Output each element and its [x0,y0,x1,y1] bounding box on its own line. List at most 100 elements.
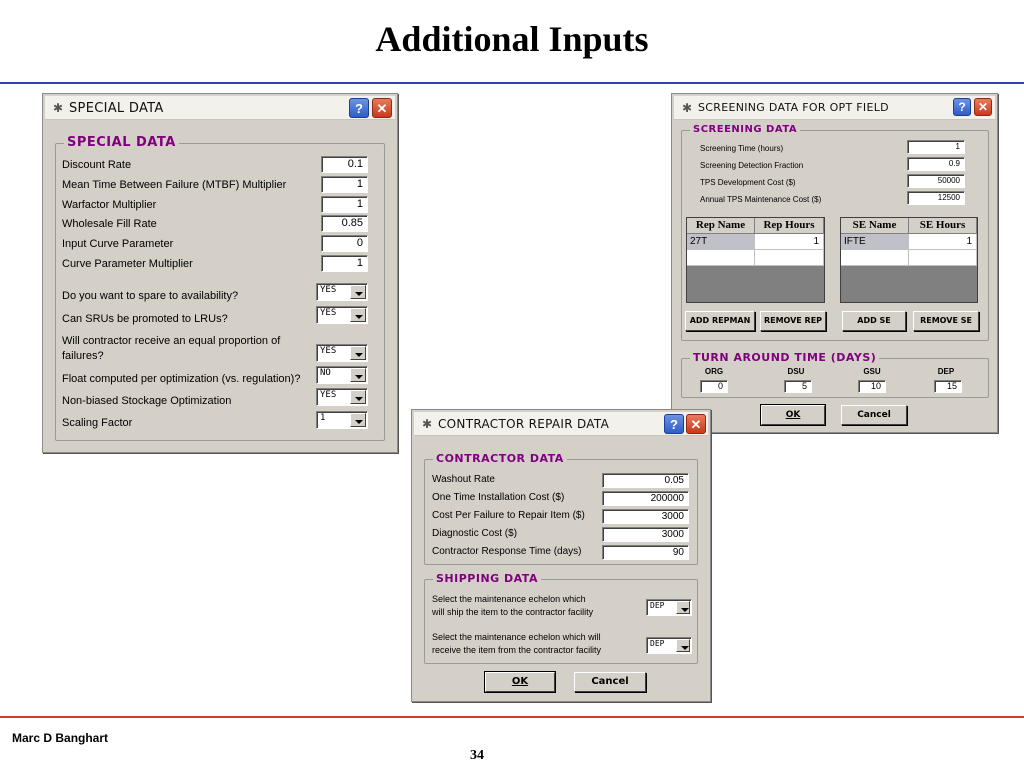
dep-input[interactable]: 15 [934,380,962,393]
mtbf-multiplier-label: Mean Time Between Failure (MTBF) Multipl… [62,179,287,191]
tps-maintenance-cost-input[interactable]: 12500 [907,191,965,205]
remove-rep-button[interactable]: REMOVE REP [760,311,826,331]
diagnostic-cost-label: Diagnostic Cost ($) [432,528,518,539]
installation-cost-input[interactable]: 200000 [602,491,689,506]
se-hours-header[interactable]: SE Hours [909,218,977,234]
select-value: NO [320,368,331,378]
contractor-repair-dialog: ✱ CONTRACTOR REPAIR DATA ? ✕ CONTRACTOR … [411,409,711,702]
ok-button[interactable]: OK [760,404,826,426]
scaling-factor-label: Scaling Factor [62,417,133,429]
screening-titlebar[interactable]: ✱ SCREENING DATA FOR OPT FIELD ? ✕ [674,96,995,120]
chevron-down-icon[interactable] [676,601,690,614]
rep-name-header[interactable]: Rep Name [687,218,755,234]
screening-time-input[interactable]: 1 [907,140,965,154]
special-data-titlebar[interactable]: ✱ SPECIAL DATA ? ✕ [45,96,395,120]
scaling-factor-select[interactable]: 1 [316,411,368,429]
org-input[interactable]: 0 [700,380,728,393]
table-row-empty[interactable] [755,250,824,266]
contractor-titlebar[interactable]: ✱ CONTRACTOR REPAIR DATA ? ✕ [414,412,708,436]
ship-to-select[interactable]: DEP [646,599,692,616]
detection-fraction-label: Screening Detection Fraction [700,161,804,170]
rep-table[interactable]: Rep Name Rep Hours 27T 1 [686,217,825,303]
cancel-button[interactable]: Cancel [841,405,907,425]
equal-proportion-label: Will contractor receive an equal proport… [62,335,281,347]
installation-cost-label: One Time Installation Cost ($) [432,492,565,503]
chevron-down-icon[interactable] [350,308,366,322]
curve-parameter-multiplier-label: Curve Parameter Multiplier [62,258,193,270]
group-title: TURN AROUND TIME (DAYS) [690,351,880,364]
table-row-empty[interactable] [841,250,909,266]
se-name-header[interactable]: SE Name [841,218,909,234]
se-hours-cell[interactable]: 1 [909,234,977,250]
window-title: SCREENING DATA FOR OPT FIELD [698,101,889,114]
app-icon: ✱ [52,101,64,115]
mtbf-multiplier-input[interactable]: 1 [321,176,368,193]
response-time-label: Contractor Response Time (days) [432,546,582,557]
non-biased-stockage-label: Non-biased Stockage Optimization [62,395,232,407]
chevron-down-icon[interactable] [676,639,690,652]
receive-from-select[interactable]: DEP [646,637,692,654]
diagnostic-cost-input[interactable]: 3000 [602,527,689,542]
ok-label: OK [511,676,529,687]
se-name-cell[interactable]: IFTE [841,234,909,250]
cost-per-failure-input[interactable]: 3000 [602,509,689,524]
select-value: YES [320,308,337,318]
tps-maintenance-cost-label: Annual TPS Maintenance Cost ($) [700,195,822,204]
washout-rate-input[interactable]: 0.05 [602,473,689,488]
chevron-down-icon[interactable] [350,346,366,360]
chevron-down-icon[interactable] [350,413,366,427]
org-label: ORG [704,367,724,376]
help-icon[interactable]: ? [953,98,971,116]
select-value: DEP [650,601,665,610]
equal-proportion-select[interactable]: YES [316,344,368,362]
group-title: SHIPPING DATA [433,572,541,585]
close-icon[interactable]: ✕ [686,414,706,434]
dep-label: DEP [937,367,955,376]
chevron-down-icon[interactable] [350,285,366,299]
chevron-down-icon[interactable] [350,368,366,382]
spare-to-availability-select[interactable]: YES [316,283,368,301]
cancel-button[interactable]: Cancel [574,672,646,692]
response-time-input[interactable]: 90 [602,545,689,560]
rep-hours-header[interactable]: Rep Hours [755,218,824,234]
gsu-input[interactable]: 10 [858,380,886,393]
author-name: Marc D Banghart [12,731,109,745]
chevron-down-icon[interactable] [350,390,366,404]
cancel-label: Cancel [857,410,891,420]
select-value: 1 [320,413,326,423]
float-computed-select[interactable]: NO [316,366,368,384]
discount-rate-input[interactable]: 0.1 [321,156,368,173]
promote-srus-select[interactable]: YES [316,306,368,324]
dsu-input[interactable]: 5 [784,380,812,393]
group-title: SCREENING DATA [690,124,801,135]
detection-fraction-input[interactable]: 0.9 [907,157,965,171]
tps-development-cost-input[interactable]: 50000 [907,174,965,188]
ok-button[interactable]: OK [484,671,556,693]
rep-name-cell[interactable]: 27T [687,234,755,250]
input-curve-parameter-input[interactable]: 0 [321,235,368,252]
curve-parameter-multiplier-input[interactable]: 1 [321,255,368,272]
add-se-button[interactable]: ADD SE [842,311,906,331]
help-icon[interactable]: ? [349,98,369,118]
spare-to-availability-label: Do you want to spare to availability? [62,290,239,302]
table-row-empty[interactable] [909,250,977,266]
remove-se-button[interactable]: REMOVE SE [913,311,979,331]
rep-hours-cell[interactable]: 1 [755,234,824,250]
close-icon[interactable]: ✕ [372,98,392,118]
close-icon[interactable]: ✕ [974,98,992,116]
equal-proportion-label-line2: failures? [62,350,104,362]
add-repman-button[interactable]: ADD REPMAN [685,311,755,331]
page-number: 34 [470,748,484,763]
table-row-empty[interactable] [687,250,755,266]
group-title: CONTRACTOR DATA [433,452,567,465]
se-table[interactable]: SE Name SE Hours IFTE 1 [840,217,978,303]
non-biased-stockage-select[interactable]: YES [316,388,368,406]
wholesale-fill-rate-input[interactable]: 0.85 [321,215,368,232]
float-computed-label: Float computed per optimization (vs. reg… [62,373,301,385]
help-icon[interactable]: ? [664,414,684,434]
wholesale-fill-rate-label: Wholesale Fill Rate [62,218,157,230]
warfactor-multiplier-input[interactable]: 1 [321,196,368,213]
app-icon: ✱ [421,417,433,431]
screening-time-label: Screening Time (hours) [700,144,784,153]
receive-from-label-line2: receive the item from the contractor fac… [432,645,602,655]
